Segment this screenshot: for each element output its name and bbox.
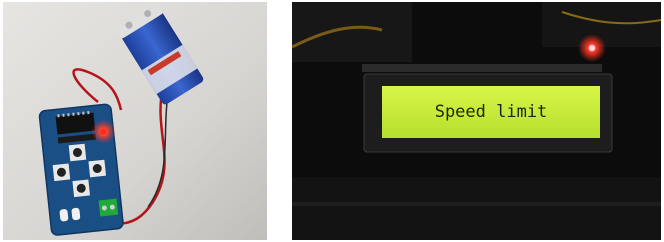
button-right [88, 159, 107, 178]
screw-terminal [98, 198, 119, 217]
lcd-text: Speed limit [435, 102, 548, 122]
button-down [72, 179, 91, 198]
pcb-board [38, 103, 124, 236]
button-left [52, 163, 71, 182]
pcb-scene [3, 2, 267, 240]
button-up [68, 143, 87, 162]
lcd-scene: Speed limit [292, 2, 661, 240]
red-led [589, 45, 595, 51]
photo-pcb-with-battery [3, 2, 267, 240]
photo-lcd-display: Speed limit [292, 2, 661, 240]
